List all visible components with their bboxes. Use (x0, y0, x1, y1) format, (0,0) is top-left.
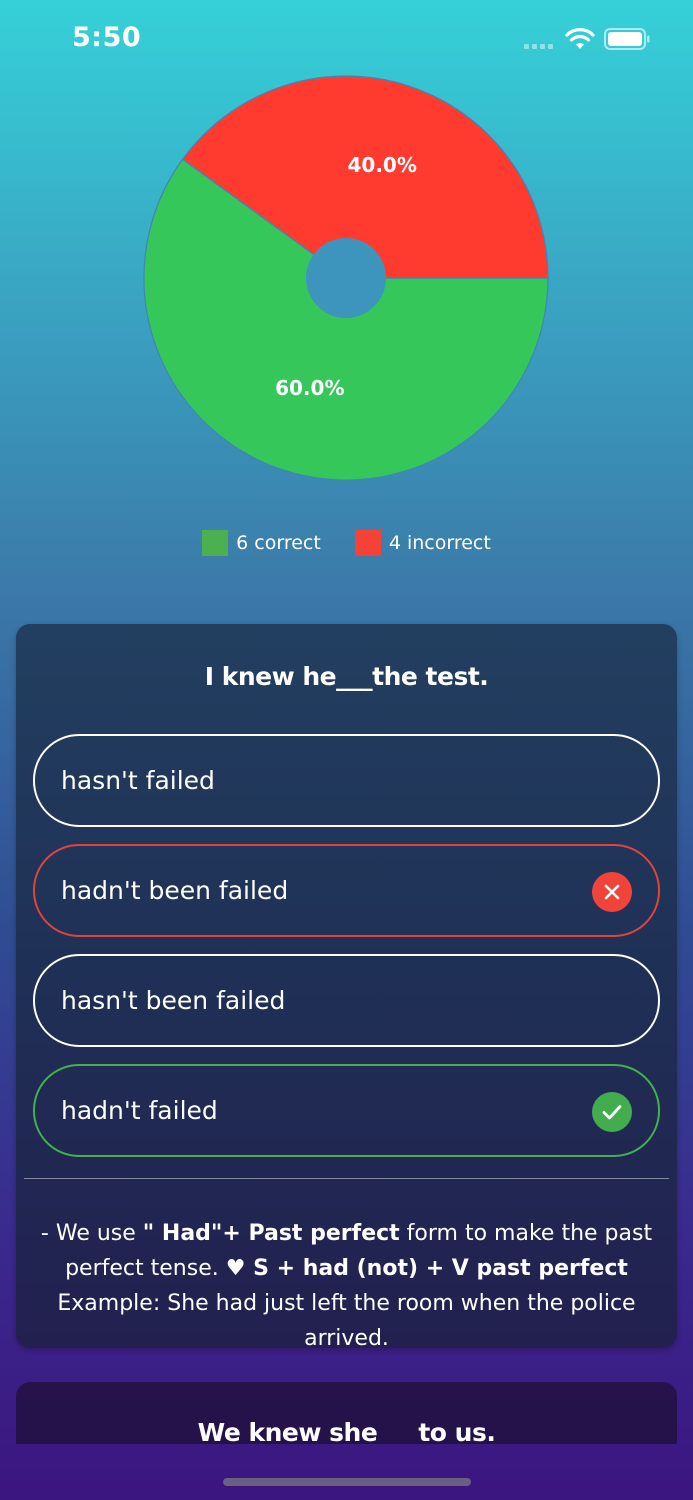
check-icon (592, 1092, 632, 1132)
pie-slice-label-0: 60.0% (275, 376, 344, 400)
question-text: I knew he___the test. (204, 662, 489, 691)
question-card: I knew he___the test. hasn't failed hadn… (16, 624, 677, 1351)
answer-option-4-correct[interactable]: hadn't failed (33, 1064, 660, 1157)
answer-option-label: hasn't been failed (61, 986, 286, 1015)
pie-slice-label-1: 40.0% (348, 153, 417, 177)
donut-hole (306, 238, 386, 318)
pie-chart-svg: 60.0% 40.0% (143, 75, 549, 481)
status-bar: 5:50 (0, 0, 693, 80)
answer-option-label: hadn't failed (61, 1096, 218, 1125)
legend-label-incorrect: 4 incorrect (388, 532, 491, 554)
legend-swatch-incorrect (354, 530, 381, 556)
home-indicator (223, 1478, 471, 1486)
status-time: 5:50 (72, 22, 142, 53)
legend-item-incorrect: 4 incorrect (354, 530, 491, 556)
answer-option-1[interactable]: hasn't failed (33, 734, 660, 827)
answer-option-2-wrong[interactable]: hadn't been failed (33, 844, 660, 937)
result-pie-chart: 60.0% 40.0% (140, 72, 552, 484)
next-question-card: We knew she to us. (16, 1382, 677, 1444)
next-question-text: We knew she to us. (197, 1418, 496, 1444)
signal-icon (524, 44, 553, 49)
explanation-bold: ♥ S + had (not) + V past perfect (225, 1256, 628, 1281)
answer-option-3[interactable]: hasn't been failed (33, 954, 660, 1047)
divider (24, 1178, 669, 1179)
explanation-bold: " Had"+ Past perfect (142, 1221, 400, 1246)
answer-option-label: hadn't been failed (61, 876, 289, 905)
explanation-part: Example: She had just left the room when… (57, 1291, 636, 1351)
legend-item-correct: 6 correct (202, 530, 321, 556)
answer-option-label: hasn't failed (61, 766, 215, 795)
battery-icon (604, 28, 650, 50)
legend-label-correct: 6 correct (236, 532, 321, 554)
chart-legend: 6 correct 4 incorrect (0, 530, 693, 556)
explanation-text: - We use " Had"+ Past perfect form to ma… (34, 1216, 659, 1356)
close-icon (592, 872, 632, 912)
legend-swatch-correct (202, 530, 229, 556)
explanation-part: - We use (40, 1221, 143, 1246)
wifi-icon (565, 28, 595, 49)
